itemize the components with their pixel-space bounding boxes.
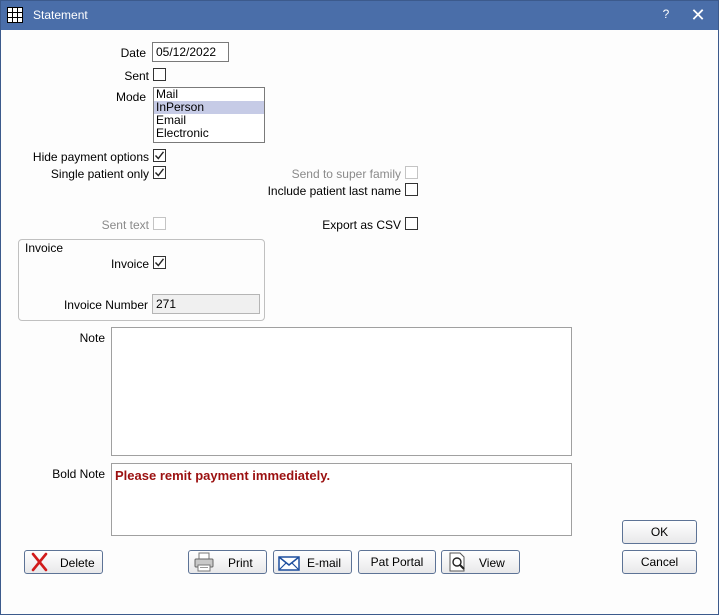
check-icon [154, 151, 165, 160]
invoice-number-field[interactable]: 271 [152, 294, 260, 314]
cancel-button-label: Cancel [640, 555, 679, 569]
hide-payment-label: Hide payment options [32, 150, 149, 164]
title-bar[interactable]: Statement ? ✕ [1, 1, 718, 30]
invoice-number-label: Invoice Number [63, 298, 148, 312]
print-button[interactable]: Print [188, 550, 267, 574]
single-patient-label: Single patient only [50, 167, 149, 181]
preview-magnifier-icon [449, 552, 465, 572]
mode-option-electronic[interactable]: Electronic [154, 127, 264, 140]
email-button-label: E-mail [307, 556, 342, 570]
super-family-label: Send to super family [291, 167, 401, 181]
sent-text-checkbox[interactable] [153, 217, 166, 230]
pat-portal-button[interactable]: Pat Portal [358, 550, 436, 574]
ok-button-label: OK [650, 525, 669, 539]
printer-icon [194, 552, 214, 572]
date-label: Date [120, 46, 146, 60]
statement-window: Statement ? ✕ Date 05/12/2022 Sent Mode … [0, 0, 719, 615]
check-icon [154, 168, 165, 177]
help-button[interactable]: ? [658, 7, 674, 25]
export-csv-checkbox[interactable] [405, 217, 418, 230]
window-title: Statement [33, 8, 88, 22]
view-button-label: View [479, 556, 505, 570]
print-button-label: Print [228, 556, 253, 570]
delete-button-label: Delete [60, 556, 95, 570]
email-button[interactable]: E-mail [273, 550, 352, 574]
note-label: Note [79, 331, 105, 345]
invoice-group-title: Invoice [25, 241, 64, 255]
delete-button[interactable]: Delete [24, 550, 103, 574]
single-patient-checkbox[interactable] [153, 166, 166, 179]
cancel-button[interactable]: Cancel [622, 550, 697, 574]
include-last-name-checkbox[interactable] [405, 183, 418, 196]
mode-label: Mode [115, 90, 146, 104]
check-icon [154, 258, 165, 267]
close-button[interactable]: ✕ [688, 4, 708, 26]
sent-checkbox[interactable] [153, 68, 166, 81]
pat-portal-button-label: Pat Portal [370, 555, 424, 569]
include-last-name-label: Include patient last name [267, 184, 401, 198]
sent-label: Sent [124, 69, 149, 83]
invoice-checkbox[interactable] [153, 256, 166, 269]
hide-payment-checkbox[interactable] [153, 149, 166, 162]
app-grid-icon [7, 7, 23, 23]
mode-listbox[interactable]: Mail InPerson Email Electronic [153, 87, 265, 143]
delete-x-icon [31, 552, 48, 572]
bold-note-label: Bold Note [52, 467, 105, 481]
super-family-checkbox[interactable] [405, 166, 418, 179]
sent-text-label: Sent text [101, 218, 149, 232]
bold-note-textarea[interactable]: Please remit payment immediately. [111, 463, 572, 536]
invoice-label: Invoice [110, 257, 149, 271]
export-csv-label: Export as CSV [322, 218, 401, 232]
view-button[interactable]: View [441, 550, 520, 574]
date-field[interactable]: 05/12/2022 [152, 42, 229, 62]
ok-button[interactable]: OK [622, 520, 697, 544]
note-textarea[interactable] [111, 327, 572, 456]
bold-note-text: Please remit payment immediately. [115, 468, 331, 483]
envelope-icon [278, 556, 300, 571]
